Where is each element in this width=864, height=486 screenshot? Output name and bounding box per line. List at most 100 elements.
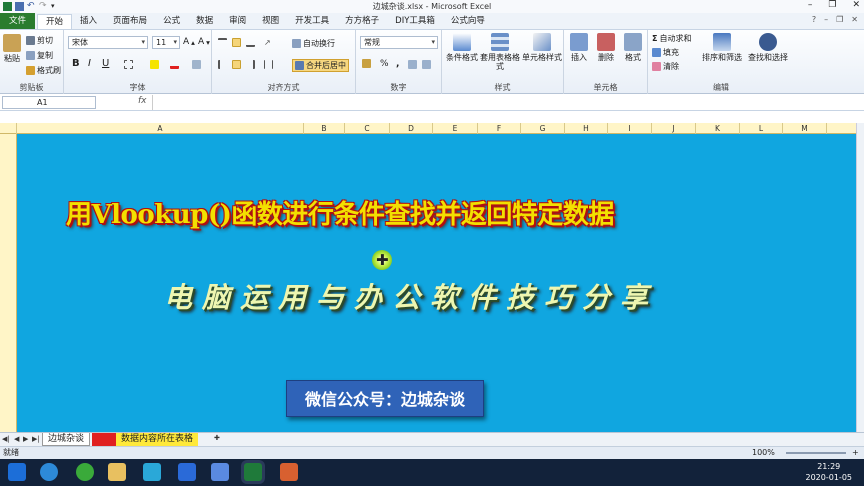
- decrease-decimal-icon[interactable]: [422, 60, 431, 69]
- sheet-tab-hidden-label[interactable]: [92, 433, 116, 446]
- tab-formula-wizard[interactable]: 公式向导: [443, 14, 493, 29]
- phonetic-button[interactable]: [192, 60, 201, 69]
- system-clock[interactable]: 21:29 2020-01-05: [806, 461, 853, 483]
- align-middle-button[interactable]: [232, 38, 241, 47]
- column-header[interactable]: H: [565, 123, 608, 134]
- start-icon[interactable]: [8, 463, 26, 481]
- tab-review[interactable]: 审阅: [221, 14, 254, 29]
- copy-button[interactable]: 复制: [26, 50, 53, 61]
- bold-button[interactable]: B: [72, 58, 80, 69]
- prev-sheet-icon[interactable]: ◀: [14, 435, 19, 443]
- column-header[interactable]: C: [345, 123, 390, 134]
- doc-restore-icon[interactable]: ❐: [836, 15, 843, 24]
- browser-icon[interactable]: [76, 463, 94, 481]
- minimize-icon[interactable]: –: [808, 0, 813, 10]
- sort-filter-button[interactable]: 排序和筛选: [700, 33, 744, 62]
- font-color-button[interactable]: [170, 60, 179, 69]
- insert-cells-button[interactable]: 插入: [566, 33, 592, 62]
- next-sheet-icon[interactable]: ▶: [23, 435, 28, 443]
- app-icon[interactable]: [211, 463, 229, 481]
- wrap-text-button[interactable]: 自动换行: [292, 38, 335, 49]
- zoom-slider[interactable]: [786, 452, 846, 454]
- grow-font-icon[interactable]: A ▴: [183, 37, 195, 47]
- column-header[interactable]: G: [521, 123, 565, 134]
- format-cells-button[interactable]: 格式: [620, 33, 646, 62]
- tab-diy-toolbox[interactable]: DIY工具箱: [387, 14, 443, 29]
- align-center-button[interactable]: [232, 60, 241, 69]
- column-header[interactable]: D: [390, 123, 433, 134]
- recorder-icon[interactable]: [280, 463, 298, 481]
- delete-cells-button[interactable]: 删除: [593, 33, 619, 62]
- border-button[interactable]: [124, 60, 133, 69]
- name-box[interactable]: A1: [2, 96, 96, 109]
- clear-button[interactable]: 清除: [652, 61, 679, 72]
- zoom-in-icon[interactable]: +: [852, 447, 859, 459]
- find-select-button[interactable]: 查找和选择: [746, 33, 790, 62]
- column-header[interactable]: L: [740, 123, 783, 134]
- doc-close-icon[interactable]: ✕: [851, 15, 858, 24]
- column-header[interactable]: F: [478, 123, 521, 134]
- file-explorer-icon[interactable]: [108, 463, 126, 481]
- tab-home[interactable]: 开始: [37, 14, 73, 29]
- cell-style-button[interactable]: 单元格样式: [520, 33, 564, 62]
- table-format-button[interactable]: 套用表格格式: [478, 33, 522, 71]
- align-bottom-button[interactable]: [246, 38, 255, 47]
- sheet-tab-active[interactable]: 边城杂谈: [42, 433, 91, 446]
- tab-data[interactable]: 数据: [188, 14, 221, 29]
- orientation-button[interactable]: ↗: [264, 38, 273, 47]
- number-format-select[interactable]: 常规: [360, 36, 438, 49]
- tab-page-layout[interactable]: 页面布局: [105, 14, 155, 29]
- zoom-level[interactable]: 100%: [752, 447, 775, 459]
- column-header[interactable]: B: [304, 123, 345, 134]
- indent-button[interactable]: [264, 60, 273, 69]
- currency-button[interactable]: [362, 59, 371, 68]
- align-top-button[interactable]: [218, 38, 227, 47]
- k-app-icon[interactable]: [178, 463, 196, 481]
- increase-decimal-icon[interactable]: [408, 60, 417, 69]
- help-icon[interactable]: ?: [812, 15, 816, 24]
- select-all-corner[interactable]: [0, 123, 17, 134]
- fill-button[interactable]: 填充: [652, 47, 679, 58]
- comma-button[interactable]: ,: [396, 59, 399, 69]
- formula-input[interactable]: [152, 95, 864, 110]
- percent-button[interactable]: %: [380, 59, 389, 69]
- column-header[interactable]: A: [17, 123, 304, 134]
- ie-icon[interactable]: [40, 463, 58, 481]
- column-header[interactable]: K: [696, 123, 740, 134]
- format-painter-button[interactable]: 格式刷: [26, 65, 61, 76]
- media-player-icon[interactable]: [143, 463, 161, 481]
- sheet-tab-data[interactable]: 数据内容所在表格: [116, 433, 199, 446]
- tab-insert[interactable]: 插入: [72, 14, 105, 29]
- wechat-account-box[interactable]: 微信公众号：边城杂谈: [286, 380, 484, 417]
- vertical-scrollbar[interactable]: [856, 123, 864, 432]
- excel-taskbar-icon[interactable]: [244, 463, 262, 481]
- column-header[interactable]: J: [652, 123, 696, 134]
- autosum-button[interactable]: Σ 自动求和: [652, 33, 691, 44]
- font-size-select[interactable]: 11: [152, 36, 180, 49]
- align-left-button[interactable]: [218, 60, 227, 69]
- tab-formulas[interactable]: 公式: [155, 14, 188, 29]
- column-header[interactable]: I: [608, 123, 652, 134]
- insert-sheet-icon[interactable]: ✚: [214, 434, 220, 442]
- column-header[interactable]: M: [783, 123, 827, 134]
- close-icon[interactable]: ✕: [852, 0, 860, 10]
- last-sheet-icon[interactable]: ▶|: [32, 435, 40, 443]
- tab-fangfang[interactable]: 方方格子: [337, 14, 387, 29]
- restore-icon[interactable]: ❐: [828, 0, 836, 10]
- tab-developer[interactable]: 开发工具: [287, 14, 337, 29]
- first-sheet-icon[interactable]: ◀|: [2, 435, 10, 443]
- fill-color-button[interactable]: [150, 60, 159, 69]
- font-name-select[interactable]: 宋体: [68, 36, 148, 49]
- conditional-format-button[interactable]: 条件格式: [444, 33, 480, 62]
- tab-file[interactable]: 文件: [0, 13, 36, 29]
- merge-center-button[interactable]: 合并后居中: [292, 59, 349, 72]
- cut-button[interactable]: 剪切: [26, 35, 53, 46]
- doc-minimize-icon[interactable]: –: [824, 15, 828, 24]
- tab-view[interactable]: 视图: [254, 14, 287, 29]
- underline-button[interactable]: U: [102, 58, 109, 69]
- column-header[interactable]: E: [433, 123, 478, 134]
- shrink-font-icon[interactable]: A ▾: [198, 37, 210, 47]
- paste-button[interactable]: 粘贴: [2, 34, 22, 63]
- fx-icon[interactable]: fx: [138, 96, 147, 106]
- italic-button[interactable]: I: [88, 58, 91, 69]
